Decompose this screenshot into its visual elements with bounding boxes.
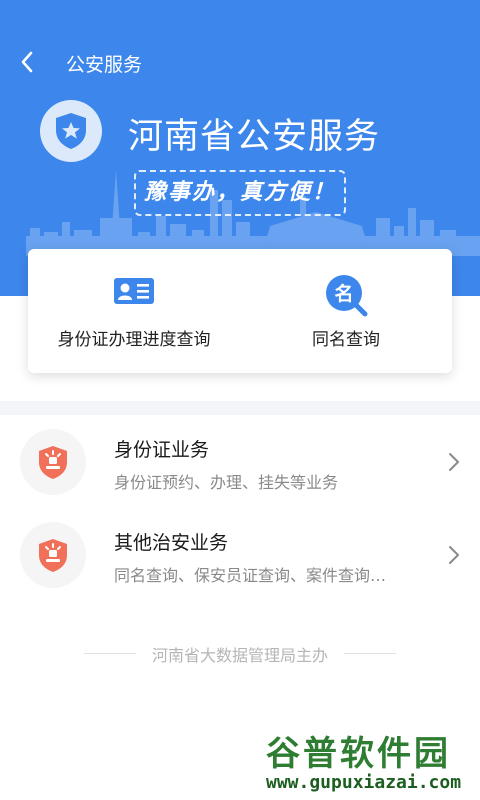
id-progress-query-label: 身份证办理进度查询 [57,330,211,350]
same-name-query-label: 同名查询 [312,330,380,350]
id-progress-query-button[interactable]: 身份证办理进度查询 [28,249,240,373]
watermark-title: 谷普软件园 [266,734,451,774]
brand-title: 河南省公安服务 [128,117,381,157]
service-icon-badge [20,429,86,495]
back-button[interactable] [12,46,44,78]
service-title: 身份证业务 [114,439,210,461]
page-title: 公安服务 [66,54,143,76]
police-shield-logo [40,100,102,162]
service-subtitle: 同名查询、保安员证查询、案件查询… [114,566,387,585]
shield-star-icon [56,113,86,149]
service-title: 其他治安业务 [114,532,229,554]
footer-sponsor-text: 河南省大数据管理局主办 [151,646,328,665]
id-card-icon [114,278,154,304]
svg-text:名: 名 [334,282,353,305]
slogan-text: 豫事办，真方便！ [143,180,336,205]
chevron-right-icon [449,546,459,564]
slogan-banner: 豫事办，真方便！ [134,170,346,216]
site-watermark: 谷普软件园 www.gupuxiazai.com [262,726,480,800]
police-badge-icon [39,539,67,572]
footer-divider-right [344,653,396,654]
service-subtitle: 身份证预约、办理、挂失等业务 [114,473,339,492]
same-name-query-button[interactable]: 名 同名查询 [240,249,452,373]
list-item-id-card-service[interactable]: 身份证业务 身份证预约、办理、挂失等业务 [0,415,480,508]
police-badge-icon [39,446,67,479]
section-divider [0,401,480,415]
quick-actions-card: 身份证办理进度查询 名 同名查询 [28,249,452,373]
chevron-right-icon [449,453,459,471]
list-item-other-security-service[interactable]: 其他治安业务 同名查询、保安员证查询、案件查询… [0,508,480,601]
name-search-icon: 名 [326,275,368,317]
chevron-left-icon [21,51,33,73]
watermark-url: www.gupuxiazai.com [266,772,462,793]
service-icon-badge [20,522,86,588]
